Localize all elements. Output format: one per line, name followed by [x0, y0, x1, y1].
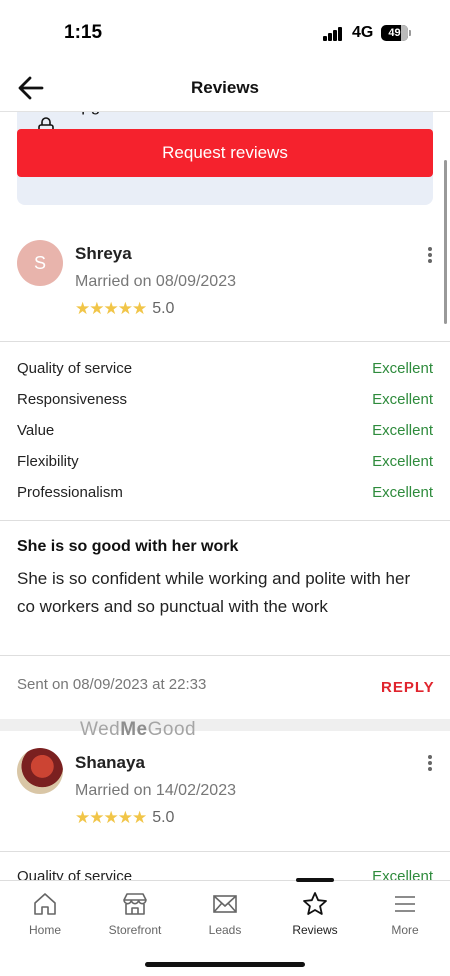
rating-label: Responsiveness	[17, 391, 128, 408]
nav-more[interactable]: More	[360, 881, 450, 945]
battery-icon: 49	[381, 25, 411, 41]
home-indicator	[145, 962, 305, 967]
avatar: S	[17, 240, 63, 286]
rating-row: Quality of service Excellent	[17, 360, 433, 377]
rating-value: Excellent	[372, 360, 433, 377]
rating-row: Quality of service Excellent	[17, 868, 433, 880]
envelope-icon	[213, 895, 237, 913]
watermark-logo: WedMeGood	[80, 719, 197, 740]
rating-label: Value	[17, 422, 55, 439]
home-icon	[34, 893, 56, 915]
rating-label: Flexibility	[17, 453, 79, 470]
rating-row: Value Excellent	[17, 422, 433, 439]
rating-value: Excellent	[372, 484, 433, 501]
more-options-icon[interactable]	[427, 247, 433, 263]
rating-label: Professionalism	[17, 484, 123, 501]
section-gap	[0, 719, 450, 731]
nav-label: Home	[28, 923, 61, 937]
menu-icon	[395, 896, 415, 912]
nav-label: Storefront	[108, 923, 162, 937]
nav-storefront[interactable]: Storefront	[90, 881, 180, 945]
star-icon	[303, 892, 327, 915]
review-body: She is so confident while working and po…	[17, 569, 411, 616]
upgrade-text: Upgrade now and unlock this feature to	[69, 112, 365, 120]
app-header: Reviews	[0, 64, 450, 112]
rating-value: Excellent	[372, 868, 433, 880]
married-date: Married on 14/02/2023	[75, 782, 236, 799]
review-title: She is so good with her work	[17, 538, 239, 555]
scrollbar[interactable]	[444, 160, 447, 324]
married-date: Married on 08/09/2023	[75, 273, 236, 290]
nav-home[interactable]: Home	[0, 881, 90, 945]
rating-score: 5.0	[152, 300, 175, 317]
bottom-nav: Home Storefront Leads Reviews More	[0, 878, 450, 976]
reviewer-name: Shanaya	[75, 753, 145, 772]
rating-label: Quality of service	[17, 360, 133, 377]
status-time: 1:15	[64, 22, 103, 43]
reply-button[interactable]: REPLY	[381, 679, 435, 696]
rating-row: Professionalism Excellent	[17, 484, 433, 501]
star-rating: ★★★★★ 5.0	[75, 808, 175, 827]
page-title: Reviews	[190, 78, 260, 97]
status-bar: 1:15 4G 49	[0, 0, 450, 64]
rating-score: 5.0	[152, 809, 175, 826]
rating-label: Quality of service	[17, 868, 133, 880]
request-reviews-button[interactable]: Request reviews	[17, 129, 433, 177]
reviews-content[interactable]: Upgrade now and unlock this feature to n…	[0, 112, 450, 880]
battery-level: 49	[388, 27, 401, 39]
stars-icon: ★★★★★	[75, 808, 147, 827]
avatar	[17, 748, 63, 794]
nav-label: More	[391, 923, 419, 937]
rating-value: Excellent	[372, 422, 433, 439]
star-rating: ★★★★★ 5.0	[75, 299, 175, 318]
nav-label: Reviews	[292, 923, 338, 937]
nav-label: Leads	[208, 923, 242, 937]
more-options-icon[interactable]	[427, 755, 433, 771]
reviewer-name: Shreya	[75, 244, 132, 263]
stars-icon: ★★★★★	[75, 299, 147, 318]
nav-leads[interactable]: Leads	[180, 881, 270, 945]
nav-reviews[interactable]: Reviews	[270, 881, 360, 945]
rating-row: Flexibility Excellent	[17, 453, 433, 470]
rating-value: Excellent	[372, 391, 433, 408]
storefront-icon	[123, 893, 147, 915]
rating-row: Responsiveness Excellent	[17, 391, 433, 408]
network-type: 4G	[352, 24, 374, 41]
rating-value: Excellent	[372, 453, 433, 470]
sent-timestamp: Sent on 08/09/2023 at 22:33	[17, 676, 207, 693]
signal-icon	[323, 27, 343, 41]
